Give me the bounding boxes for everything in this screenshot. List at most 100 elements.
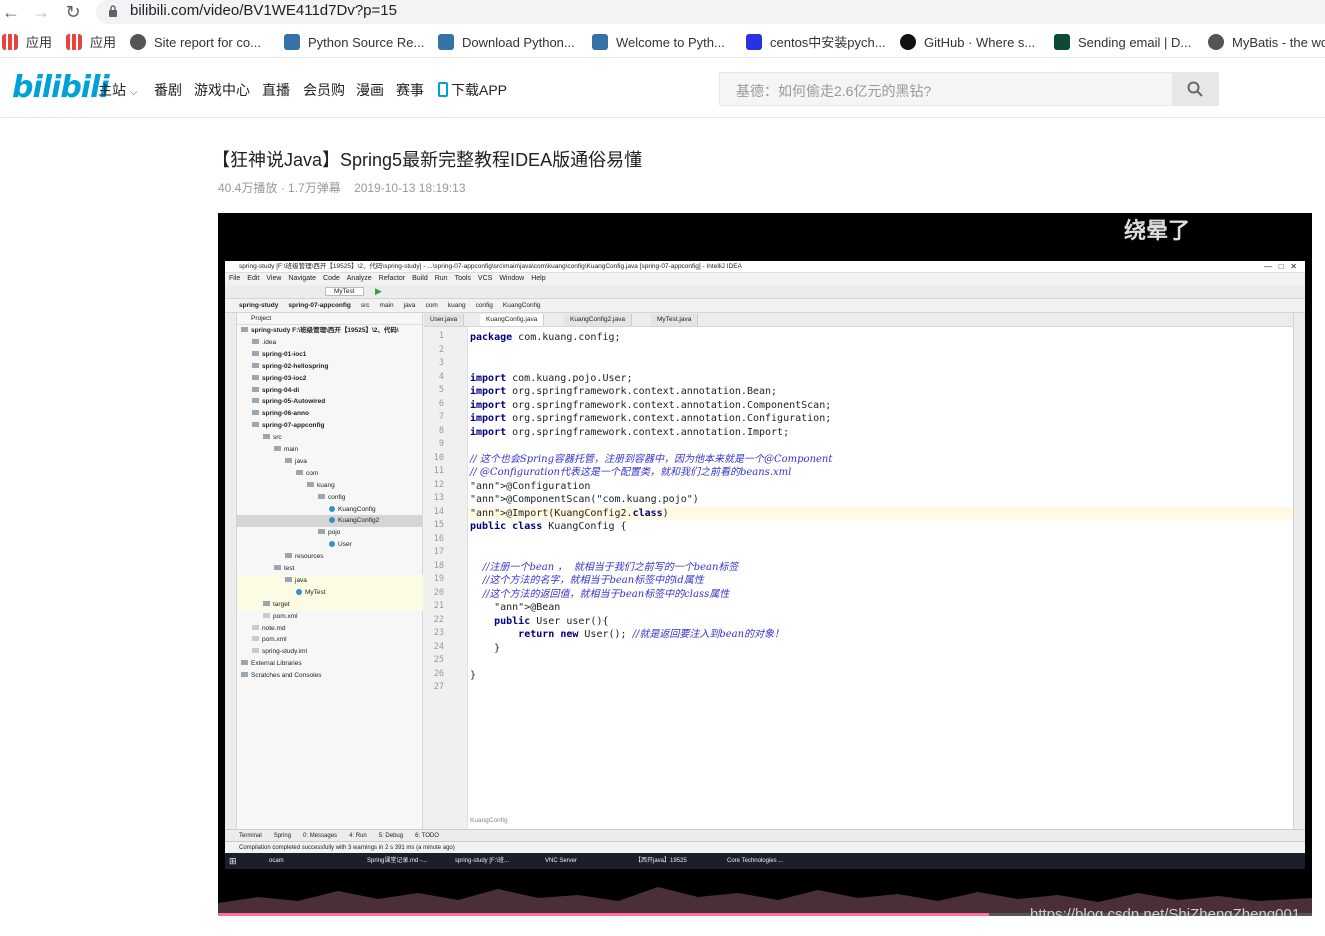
ide-status-bar: Compilation completed successfully with … [225,841,1305,853]
line-number: 1 [438,331,444,341]
code-line: "ann">@ComponentScan("com.kuang.pojo") [470,494,699,505]
ide-breadcrumb-item: java [403,302,416,309]
ide-menu-item: Navigate [288,275,317,282]
bilibili-logo[interactable]: bilibili [12,70,110,105]
project-tree-label: java [295,576,307,584]
bookmark-item[interactable]: Python Source Re... [284,34,424,52]
publish-date: 2019-10-13 18:19:13 [354,181,466,195]
editor-tab: MyTest.java [651,314,699,326]
project-tree-item: resources [237,551,423,563]
nav-item-download-app[interactable]: 下载APP [438,80,507,100]
project-tree-item: java [237,574,423,587]
bookmark-item[interactable]: centos中安装pych... [746,34,886,52]
java-class-icon [329,517,335,524]
bookmarks-bar: 应用 应用 Site report for co... Python Source R… [0,28,1325,58]
folder-icon [274,565,281,570]
nav-item-esports[interactable]: 赛事 [396,80,424,100]
editor-tabs: User.java KuangConfig.java KuangConfig2.ja… [424,313,1293,327]
folder-icon [252,422,259,428]
bookmark-item[interactable]: GitHub · Where s... [900,34,1035,52]
globe-icon [1208,34,1224,50]
bookmark-item[interactable]: Download Python... [438,34,575,52]
search-button[interactable] [1172,73,1218,105]
lock-icon [109,5,117,17]
bookmark-item[interactable]: MyBatis - the wo [1208,34,1325,52]
project-tree-label: spring-07-appconfig [262,422,325,430]
bookmark-item[interactable]: Welcome to Pyth... [592,34,725,52]
folder-icon [263,600,270,606]
forward-arrow-icon[interactable]: → [30,2,52,22]
line-number: 16 [433,533,444,544]
folder-icon [241,327,248,332]
project-tree-label: resources [295,553,324,561]
java-class-icon [329,505,335,512]
folder-icon [241,672,248,678]
folder-icon [318,493,325,499]
project-tree-item: User [237,539,423,551]
bookmark-item[interactable]: Site report for co... [130,34,261,52]
folder-icon [274,446,281,451]
project-tree-item: Scratches and Consoles [237,670,423,682]
ide-menu-item: Help [531,275,546,282]
address-bar[interactable]: bilibili.com/video/BV1WE411d7Dv?p=15 [96,0,1325,24]
code-line: import org.springframework.context.annot… [470,413,832,424]
danmaku-comment: 绕晕了 [1123,218,1190,243]
globe-icon [130,34,146,50]
browser-toolbar: ← → ↻ bilibili.com/video/BV1WE411d7Dv?p=… [0,0,1325,26]
ide-tool-window-button: 0: Messages [303,833,338,839]
line-number: 10 [433,452,444,463]
code-line: import org.springframework.context.annot… [470,426,790,438]
bookmark-item[interactable]: 应用 [66,34,116,52]
chevron-down-icon: ⌵ [129,87,138,98]
nav-item-live[interactable]: 直播 [262,80,290,100]
line-number: 25 [433,655,444,665]
project-tree-label: KuangConfig2 [338,517,380,525]
code-line: //注册一个bean ， 就相当于我们之前写的一个bean标签 [470,561,739,573]
folder-icon [285,553,292,559]
bookmark-label: Download Python... [462,35,575,50]
project-tree-item: java [237,456,423,468]
java-class-icon [329,541,335,548]
project-tree-label: MyTest [305,588,326,596]
danmaku-count: 1.7万弹幕 [288,181,341,195]
code-line: //这个方法的名字，就相当于bean标签中的id属性 [470,575,704,586]
nav-item-main[interactable]: 主站 ⌵ [98,80,137,100]
bookmark-item[interactable]: 应用 [2,34,52,52]
code-line: public User user(){ [494,615,609,627]
search-input[interactable]: 基德：如何偷走2.6亿元的黑钻? [736,81,931,101]
nav-item-games[interactable]: 游戏中心 [194,80,250,100]
project-tree-label: kuang [317,481,335,489]
windows-taskbar: ⊞ ocam Spring课堂记录.md -... spring-study [F:… [225,853,1305,869]
project-tree-item: spring-07-appconfig [237,420,423,432]
folder-icon [252,350,259,356]
project-tree-item: KuangConfig [237,504,423,516]
project-tree-label: spring-06-anno [262,410,309,418]
project-tree-label: .idea [262,338,277,346]
django-icon [1054,34,1070,50]
ide-tool-windows-bar: Terminal Spring 0: Messages 4: Run 5: Debug 6… [225,829,1305,841]
bookmark-item[interactable]: Sending email | D... [1054,34,1191,52]
file-icon [263,612,270,618]
project-tree-item: spring-02-hellospring [237,361,423,373]
project-tree-item: target [237,598,423,611]
folder-icon [285,576,292,582]
ide-breadcrumb-item: kuang [447,302,466,309]
github-icon [900,34,916,50]
reload-icon[interactable]: ↻ [62,2,84,22]
baidu-paw-icon [746,34,762,50]
video-title: 【狂神说Java】Spring5最新完整教程IDEA版通俗易懂 [212,150,643,170]
video-player[interactable]: 绕晕了 spring-study [F:\班级管理\西开【19525】\2、代码… [218,213,1312,916]
search-box[interactable]: 基德：如何偷走2.6亿元的黑钻? [719,72,1219,106]
bookmark-label: centos中安装pych... [770,35,886,50]
project-tree-item: test [237,563,423,575]
nav-item-anime[interactable]: 番剧 [154,80,182,100]
nav-item-manga[interactable]: 漫画 [356,80,384,100]
project-tree-label: pom.xml [273,612,298,620]
code-editor: package com.kuang.config; import com.kuan… [468,327,1293,829]
code-line: } [470,669,477,681]
back-arrow-icon[interactable]: ← [0,2,22,22]
ide-breadcrumb-item: src [360,302,370,309]
project-tree-item: External Libraries [237,658,423,670]
line-number: 9 [438,439,444,449]
nav-item-shop[interactable]: 会员购 [303,80,345,100]
